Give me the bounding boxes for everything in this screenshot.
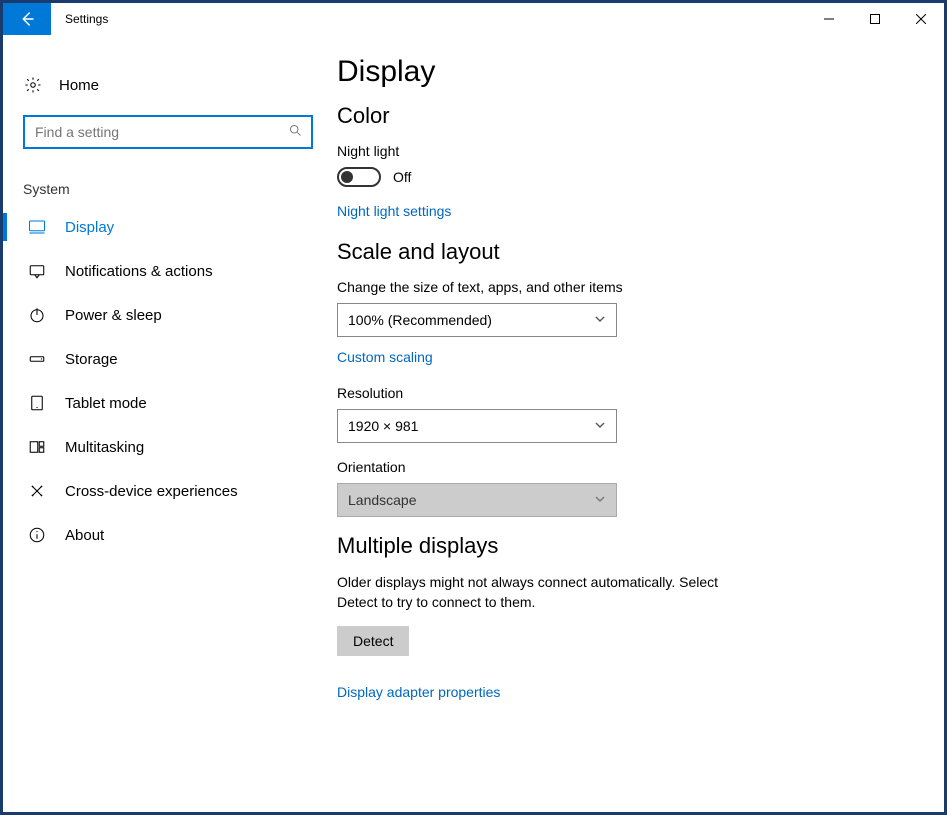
toggle-knob	[341, 171, 353, 183]
chevron-down-icon	[594, 312, 606, 328]
resolution-label: Resolution	[337, 385, 904, 401]
titlebar: Settings	[3, 3, 944, 35]
sidebar-item-label: Multitasking	[65, 439, 144, 456]
window-title: Settings	[51, 3, 108, 35]
chevron-down-icon	[594, 492, 606, 508]
sidebar-item-notifications[interactable]: Notifications & actions	[3, 249, 333, 293]
page-title: Display	[337, 55, 904, 89]
back-arrow-icon	[18, 10, 36, 28]
sidebar-item-multitasking[interactable]: Multitasking	[3, 425, 333, 469]
scale-dropdown[interactable]: 100% (Recommended)	[337, 303, 617, 337]
storage-icon	[27, 350, 47, 368]
resolution-value: 1920 × 981	[348, 418, 418, 434]
sidebar-item-about[interactable]: About	[3, 513, 333, 557]
sidebar-item-label: Cross-device experiences	[65, 483, 238, 500]
minimize-button[interactable]	[806, 3, 852, 35]
sidebar-item-label: About	[65, 527, 104, 544]
sidebar-section-header: System	[3, 165, 333, 205]
night-light-settings-link[interactable]: Night light settings	[337, 203, 451, 219]
search-icon	[288, 123, 303, 141]
scale-size-label: Change the size of text, apps, and other…	[337, 279, 904, 295]
sidebar-item-label: Notifications & actions	[65, 263, 213, 280]
group-multidisplay-heading: Multiple displays	[337, 533, 904, 559]
night-light-toggle[interactable]	[337, 167, 381, 187]
sidebar-item-crossdevice[interactable]: Cross-device experiences	[3, 469, 333, 513]
gear-icon	[23, 76, 43, 94]
chevron-down-icon	[594, 418, 606, 434]
adapter-properties-link[interactable]: Display adapter properties	[337, 684, 500, 700]
scale-value: 100% (Recommended)	[348, 312, 492, 328]
sidebar-item-storage[interactable]: Storage	[3, 337, 333, 381]
close-button[interactable]	[898, 3, 944, 35]
multidisplay-description: Older displays might not always connect …	[337, 573, 757, 612]
orientation-label: Orientation	[337, 459, 904, 475]
sidebar: Home System Display Notifications & acti…	[3, 35, 333, 812]
group-color-heading: Color	[337, 103, 904, 129]
home-label: Home	[59, 77, 99, 94]
multitasking-icon	[27, 438, 47, 456]
orientation-value: Landscape	[348, 492, 417, 508]
close-icon	[916, 14, 926, 24]
notification-icon	[27, 262, 47, 280]
crossdevice-icon	[27, 482, 47, 500]
custom-scaling-link[interactable]: Custom scaling	[337, 349, 433, 365]
home-link[interactable]: Home	[3, 65, 333, 105]
monitor-icon	[27, 218, 47, 236]
night-light-label: Night light	[337, 143, 904, 159]
search-box[interactable]	[23, 115, 313, 149]
maximize-icon	[870, 14, 880, 24]
power-icon	[27, 306, 47, 324]
sidebar-item-display[interactable]: Display	[3, 205, 333, 249]
detect-button[interactable]: Detect	[337, 626, 409, 656]
resolution-dropdown[interactable]: 1920 × 981	[337, 409, 617, 443]
sidebar-item-label: Display	[65, 219, 114, 236]
sidebar-item-power[interactable]: Power & sleep	[3, 293, 333, 337]
minimize-icon	[824, 14, 834, 24]
info-icon	[27, 526, 47, 544]
orientation-dropdown: Landscape	[337, 483, 617, 517]
sidebar-item-label: Power & sleep	[65, 307, 162, 324]
sidebar-item-tablet[interactable]: Tablet mode	[3, 381, 333, 425]
content-area: Display Color Night light Off Night ligh…	[333, 35, 944, 812]
back-button[interactable]	[3, 3, 51, 35]
sidebar-item-label: Storage	[65, 351, 118, 368]
night-light-state: Off	[393, 169, 411, 185]
sidebar-item-label: Tablet mode	[65, 395, 147, 412]
tablet-icon	[27, 394, 47, 412]
maximize-button[interactable]	[852, 3, 898, 35]
search-input[interactable]	[33, 123, 288, 141]
group-scale-heading: Scale and layout	[337, 239, 904, 265]
